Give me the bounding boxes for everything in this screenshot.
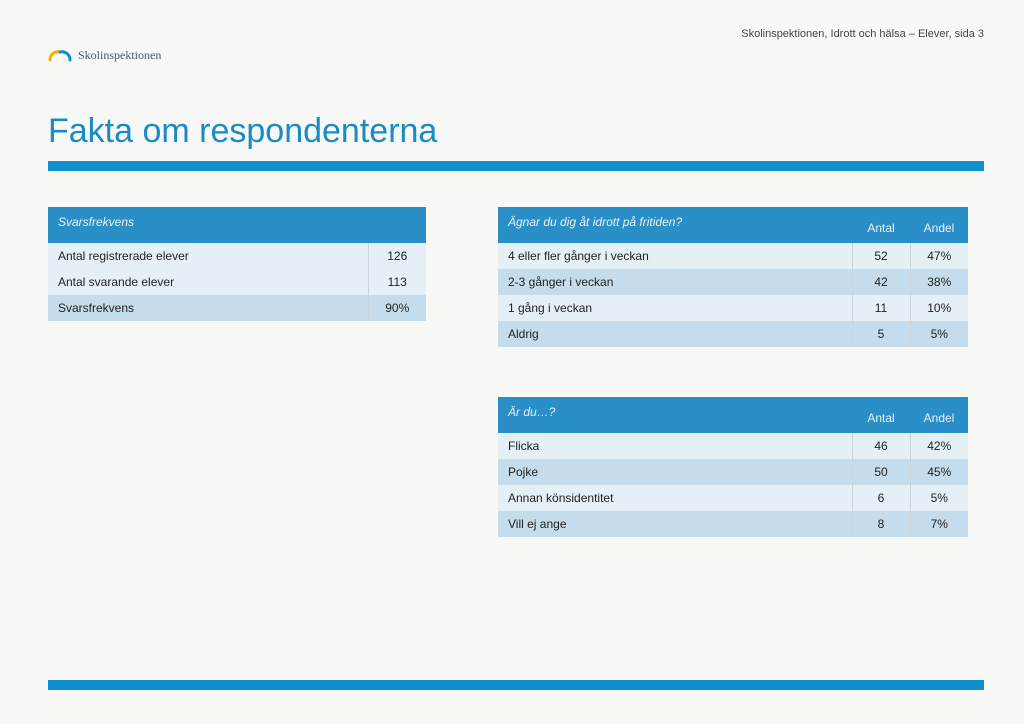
cell-label: 1 gång i veckan [498,295,852,321]
page-title: Fakta om respondenterna [48,112,984,151]
brand-name: Skolinspektionen [78,48,161,63]
col-header-andel: Andel [910,397,968,433]
col-header-antal: Antal [852,207,910,243]
cell-label: Antal registrerade elever [48,243,368,269]
cell-label: Aldrig [498,321,852,347]
table-header: Svarsfrekvens [48,207,368,243]
cell-value: 90% [368,295,426,321]
cell-andel: 7% [910,511,968,537]
table-row: 1 gång i veckan 11 10% [498,295,968,321]
cell-antal: 52 [852,243,910,269]
cell-value: 113 [368,269,426,295]
col-header-antal: Antal [852,397,910,433]
cell-label: Vill ej ange [498,511,852,537]
cell-andel: 38% [910,269,968,295]
table-row: 2-3 gånger i veckan 42 38% [498,269,968,295]
cell-label: 4 eller fler gånger i veckan [498,243,852,269]
cell-andel: 10% [910,295,968,321]
table-row: Flicka 46 42% [498,433,968,459]
response-rate-table: Svarsfrekvens Antal registrerade elever … [48,207,426,321]
cell-andel: 47% [910,243,968,269]
cell-value: 126 [368,243,426,269]
cell-andel: 45% [910,459,968,485]
cell-andel: 5% [910,321,968,347]
table-row: 4 eller fler gånger i veckan 52 47% [498,243,968,269]
gender-table: Är du…? Antal Andel Flicka 46 42% Pojke … [498,397,968,537]
title-rule [48,161,984,171]
table-row: Antal svarande elever 113 [48,269,426,295]
cell-antal: 50 [852,459,910,485]
table-row: Annan könsidentitet 6 5% [498,485,968,511]
cell-label: Svarsfrekvens [48,295,368,321]
cell-andel: 5% [910,485,968,511]
table-row: Antal registrerade elever 126 [48,243,426,269]
col-header-andel: Andel [910,207,968,243]
table-row: Svarsfrekvens 90% [48,295,426,321]
cell-antal: 42 [852,269,910,295]
cell-label: Flicka [498,433,852,459]
cell-label: Antal svarande elever [48,269,368,295]
table-question: Ägnar du dig åt idrott på fritiden? [498,207,852,243]
table-row: Aldrig 5 5% [498,321,968,347]
page-context: Skolinspektionen, Idrott och hälsa – Ele… [48,28,984,40]
cell-andel: 42% [910,433,968,459]
brand: Skolinspektionen [48,46,984,64]
table-row: Vill ej ange 8 7% [498,511,968,537]
cell-antal: 11 [852,295,910,321]
table-question: Är du…? [498,397,852,433]
footer-rule [48,680,984,690]
cell-antal: 8 [852,511,910,537]
sport-frequency-table: Ägnar du dig åt idrott på fritiden? Anta… [498,207,968,347]
cell-label: Pojke [498,459,852,485]
logo-icon [48,46,72,64]
cell-antal: 46 [852,433,910,459]
cell-antal: 5 [852,321,910,347]
cell-label: 2-3 gånger i veckan [498,269,852,295]
col-header-blank [368,207,426,243]
cell-antal: 6 [852,485,910,511]
cell-label: Annan könsidentitet [498,485,852,511]
table-row: Pojke 50 45% [498,459,968,485]
